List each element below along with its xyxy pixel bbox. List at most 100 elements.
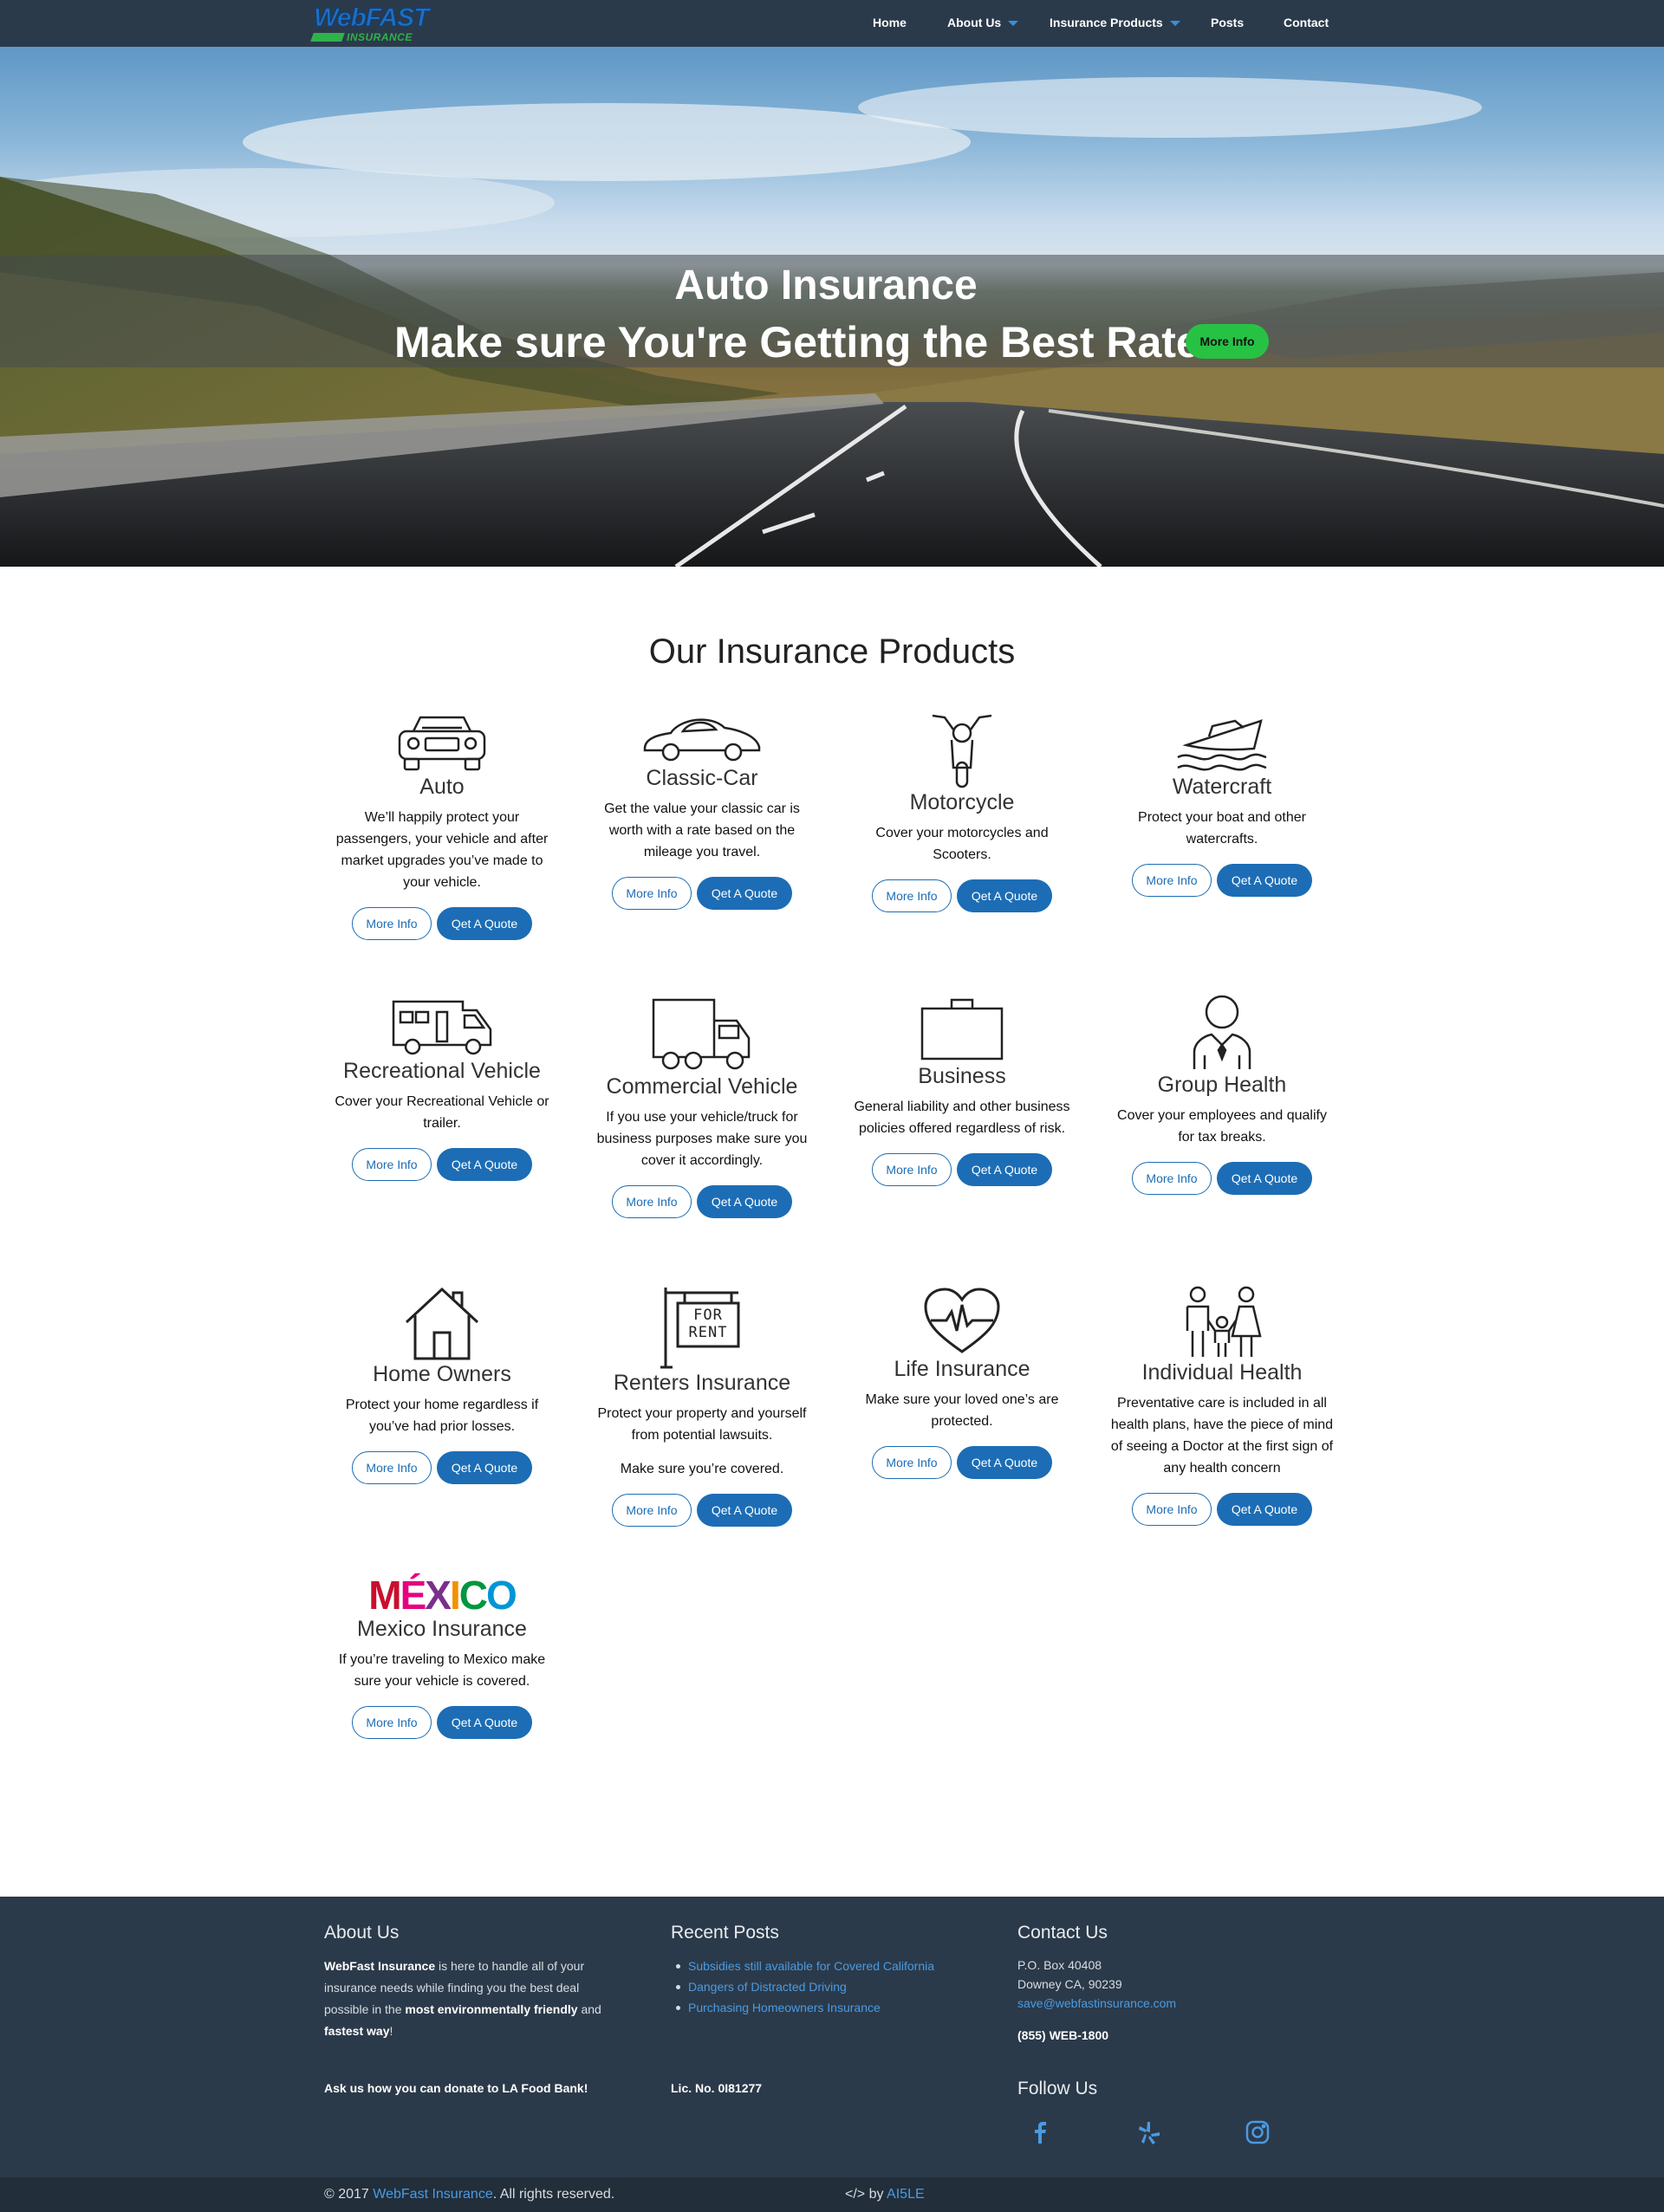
product-title: Mexico Insurance <box>357 1617 527 1641</box>
nav-contact[interactable]: Contact <box>1284 16 1329 29</box>
product-life: Life Insurance Make sure your loved one’… <box>832 1286 1092 1479</box>
chevron-down-icon <box>1169 21 1180 27</box>
sign-text: FOR RENT <box>688 1307 728 1341</box>
about-text: and <box>577 2002 601 2016</box>
logo-bar <box>310 33 345 42</box>
product-group-health: Group Health Cover your employees and qu… <box>1092 988 1352 1195</box>
copyright-text: © 2017 WebFast Insurance. All rights res… <box>324 2187 614 2202</box>
house-icon <box>405 1287 479 1360</box>
product-title: Recreational Vehicle <box>343 1059 541 1083</box>
footer-license: Lic. No. 0I81277 <box>671 2081 763 2095</box>
footer-contact-title: Contact Us <box>1017 1923 1108 1943</box>
product-home-owners: Home Owners Protect your home regardless… <box>312 1286 572 1484</box>
get-quote-button[interactable]: Qet A Quote <box>697 877 792 910</box>
recent-post-link[interactable]: Dangers of Distracted Driving <box>671 1976 965 1997</box>
nav-posts[interactable]: Posts <box>1211 16 1244 29</box>
credit-prefix: </> by <box>845 2187 887 2202</box>
more-info-button[interactable]: More Info <box>352 1451 432 1484</box>
product-watercraft: Watercraft Protect your boat and other w… <box>1092 704 1352 897</box>
footer-about: About Us WebFast Insurance is here to ha… <box>324 1923 619 2042</box>
more-info-button[interactable]: More Info <box>872 879 952 912</box>
more-info-button[interactable]: More Info <box>872 1153 952 1186</box>
more-info-button[interactable]: More Info <box>352 1148 432 1181</box>
get-quote-button[interactable]: Qet A Quote <box>1217 1493 1312 1526</box>
motorcycle-icon <box>932 714 992 788</box>
product-title: Life Insurance <box>894 1357 1030 1381</box>
about-text: ! <box>389 2024 393 2038</box>
get-quote-button[interactable]: Qet A Quote <box>697 1185 792 1218</box>
get-quote-button[interactable]: Qet A Quote <box>1217 864 1312 897</box>
webfast-logo[interactable]: WebFAST INSURANCE <box>310 3 435 43</box>
site-footer: About Us WebFast Insurance is here to ha… <box>0 1897 1664 2177</box>
nav-about-us[interactable]: About Us <box>947 16 1019 29</box>
car-front-icon <box>398 716 486 771</box>
get-quote-button[interactable]: Qet A Quote <box>957 1153 1052 1186</box>
product-classic-car: Classic-Car Get the value your classic c… <box>572 704 832 910</box>
credit-text: </> by AI5LE <box>845 2187 925 2202</box>
hero-more-info-button[interactable]: More Info <box>1186 324 1269 359</box>
copyright-prefix: © 2017 <box>324 2187 374 2202</box>
rv-icon <box>392 1000 492 1055</box>
more-info-button[interactable]: More Info <box>612 1185 692 1218</box>
contact-email-link[interactable]: save@webfastinsurance.com <box>1017 1994 1312 2013</box>
logo-subtitle: INSURANCE <box>347 31 413 43</box>
copyright-brand-link[interactable]: WebFast Insurance <box>373 2187 492 2202</box>
product-title: Renters Insurance <box>613 1371 791 1395</box>
nav-home[interactable]: Home <box>873 16 907 29</box>
get-quote-button[interactable]: Qet A Quote <box>957 1446 1052 1479</box>
get-quote-button[interactable]: Qet A Quote <box>957 879 1052 912</box>
more-info-button[interactable]: More Info <box>612 877 692 910</box>
yelp-icon[interactable] <box>1136 2119 1162 2145</box>
product-title: Motorcycle <box>909 790 1015 814</box>
more-info-button[interactable]: More Info <box>612 1494 692 1527</box>
product-description: Protect your home regardless if you’ve h… <box>345 1398 539 1434</box>
footer-posts-title: Recent Posts <box>671 1923 779 1943</box>
more-info-button[interactable]: More Info <box>1132 1162 1212 1195</box>
contact-address-1: P.O. Box 40408 <box>1017 1958 1102 1972</box>
product-title: Business <box>918 1064 1006 1088</box>
product-description: Cover your Recreational Vehicle or trail… <box>335 1094 549 1131</box>
boat-icon <box>1177 719 1267 771</box>
product-description: Cover your employees and qualify for tax… <box>1117 1108 1327 1145</box>
hero-title: Auto Insurance <box>674 263 978 308</box>
product-description-extra: Make sure you’re covered. <box>620 1462 784 1476</box>
product-description: If you use your vehicle/truck for busine… <box>596 1110 808 1168</box>
product-title: Classic-Car <box>646 766 758 790</box>
recent-post-link[interactable]: Subsidies still available for Covered Ca… <box>671 1956 965 1976</box>
hero-subtitle: Make sure You're Getting the Best Rate! <box>394 318 1215 367</box>
get-quote-button[interactable]: Qet A Quote <box>437 1148 532 1181</box>
credit-brand-link[interactable]: AI5LE <box>887 2187 925 2202</box>
product-description: General liability and other business pol… <box>854 1100 1070 1136</box>
more-info-button[interactable]: More Info <box>1132 1493 1212 1526</box>
product-description: Cover your motorcycles and Scooters. <box>875 826 1049 862</box>
recent-post-link[interactable]: Purchasing Homeowners Insurance <box>671 1997 965 2018</box>
more-info-button[interactable]: More Info <box>872 1446 952 1479</box>
get-quote-button[interactable]: Qet A Quote <box>1217 1162 1312 1195</box>
get-quote-button[interactable]: Qet A Quote <box>437 1706 532 1739</box>
more-info-button[interactable]: More Info <box>352 1706 432 1739</box>
product-description: Protect your boat and other watercrafts. <box>1138 810 1306 847</box>
nav-insurance-products[interactable]: Insurance Products <box>1050 16 1180 29</box>
about-bold: most environmentally friendly <box>405 2002 578 2016</box>
product-recreational-vehicle: Recreational Vehicle Cover your Recreati… <box>312 988 572 1181</box>
footer-follow-title: Follow Us <box>1017 2079 1098 2098</box>
copyright-bar: © 2017 WebFast Insurance. All rights res… <box>0 2177 1664 2212</box>
contact-phone[interactable]: (855) WEB-1800 <box>1017 2028 1108 2042</box>
more-info-button[interactable]: More Info <box>352 907 432 940</box>
about-brand: WebFast Insurance <box>324 1959 436 1973</box>
instagram-icon[interactable] <box>1245 2119 1271 2145</box>
facebook-icon[interactable] <box>1027 2119 1053 2145</box>
for-rent-sign-icon: FOR RENT <box>659 1286 745 1369</box>
product-auto: Auto We’ll happily protect your passenge… <box>312 704 572 940</box>
more-info-button[interactable]: More Info <box>1132 864 1212 897</box>
product-title: Individual Health <box>1141 1360 1303 1385</box>
briefcase-icon <box>920 998 1004 1061</box>
family-icon <box>1186 1286 1262 1357</box>
get-quote-button[interactable]: Qet A Quote <box>437 907 532 940</box>
footer-contact: Contact Us P.O. Box 40408 Downey CA, 902… <box>1017 1923 1312 2047</box>
footer-about-text: WebFast Insurance is here to handle all … <box>324 1956 619 2042</box>
contact-address-2: Downey CA, 90239 <box>1017 1977 1122 1991</box>
product-individual-health: Individual Health Preventative care is i… <box>1092 1286 1352 1526</box>
get-quote-button[interactable]: Qet A Quote <box>437 1451 532 1484</box>
get-quote-button[interactable]: Qet A Quote <box>697 1494 792 1527</box>
